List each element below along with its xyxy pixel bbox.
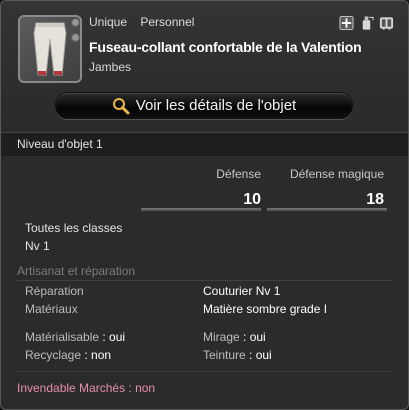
materials-value: Matière sombre grade I — [203, 302, 328, 316]
tag-unique: Unique — [89, 15, 128, 29]
repair-value: Couturier Nv 1 — [203, 284, 281, 298]
item-level-bar: Niveau d'objet 1 — [1, 132, 408, 156]
mirage-value: : oui — [239, 330, 266, 344]
dye-icon[interactable] — [359, 15, 374, 31]
recycle-label: Recyclage — [25, 348, 82, 362]
materialize-label: Matérialisable — [25, 330, 100, 344]
footer-divider — [17, 371, 393, 372]
materials-label: Matériaux — [25, 302, 78, 316]
materialize-value: : oui — [99, 330, 126, 344]
stat-defense-value: 10 — [243, 191, 261, 208]
view-details-button[interactable]: Voir les détails de l'objet — [55, 92, 353, 119]
market-status: Invendable Marchés : non — [17, 381, 156, 395]
stat-defense-underline — [141, 208, 261, 211]
cross-icon[interactable] — [339, 15, 354, 31]
item-name: Fuseau-collant confortable de la Valenti… — [89, 39, 362, 55]
magnifier-icon — [112, 97, 130, 114]
view-details-label: Voir les détails de l'objet — [135, 97, 297, 114]
status-dot — [71, 33, 80, 42]
item-level: Niveau d'objet 1 — [17, 137, 103, 151]
mirage-label: Mirage — [203, 330, 240, 344]
tooltip-header: Unique Personnel Fuseau-collant conforta… — [1, 1, 408, 131]
pants-icon — [33, 22, 67, 76]
recycle-row: Recyclage : non — [25, 348, 111, 362]
item-tags: Unique Personnel — [89, 15, 204, 29]
dye-value: : oui — [245, 348, 272, 362]
stat-magic-defense-value: 18 — [366, 191, 384, 208]
level-requirement: Nv 1 — [25, 239, 50, 253]
recycle-value: : non — [81, 348, 112, 362]
mirage-row: Mirage : oui — [203, 330, 266, 344]
crafting-section-title: Artisanat et réparation — [17, 264, 136, 278]
stat-magic-defense-underline — [267, 208, 387, 211]
armoire-icon[interactable] — [379, 15, 394, 31]
section-divider — [17, 280, 393, 281]
stat-defense-label: Défense — [216, 167, 261, 181]
tag-personal: Personnel — [140, 15, 195, 29]
status-dot — [71, 18, 80, 27]
dye-label: Teinture — [203, 348, 246, 362]
stat-magic-defense-label: Défense magique — [289, 167, 384, 181]
dye-row: Teinture : oui — [203, 348, 272, 362]
repair-label: Réparation — [25, 284, 84, 298]
header-icons — [339, 15, 394, 31]
item-tooltip: Unique Personnel Fuseau-collant conforta… — [0, 0, 409, 410]
item-slot: Jambes — [89, 60, 132, 74]
class-requirement: Toutes les classes — [25, 221, 123, 235]
materialize-row: Matérialisable : oui — [25, 330, 125, 344]
